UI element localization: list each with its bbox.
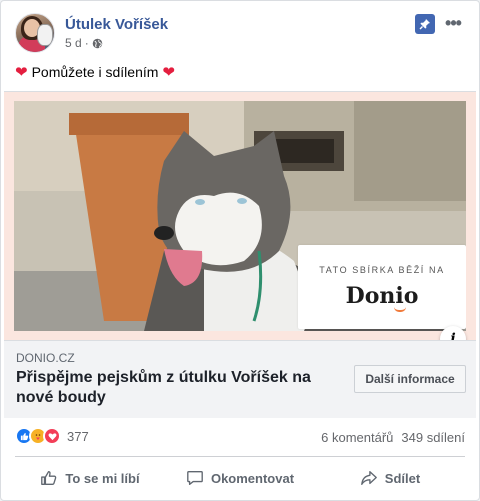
page-name-link[interactable]: Útulek Voříšek	[65, 16, 168, 33]
comments-count[interactable]: 6 komentářů	[321, 430, 393, 445]
reaction-count: 377	[67, 428, 89, 444]
globe-icon	[92, 38, 102, 48]
reaction-summary[interactable]: 377	[15, 427, 89, 445]
shares-count[interactable]: 349 sdílení	[401, 430, 465, 445]
like-button[interactable]: To se mi líbí	[15, 461, 165, 495]
comment-label: Okomentovat	[210, 470, 295, 486]
post-header: Útulek Voříšek 5 d · •••	[15, 13, 469, 55]
like-label: To se mi líbí	[65, 470, 140, 486]
facebook-post-card: Útulek Voříšek 5 d · ••• ❤ Pomůžete i sd…	[0, 0, 480, 501]
heart-emoji: ❤	[15, 64, 28, 81]
post-actions: To se mi líbí Okomentovat Sdílet	[15, 461, 465, 495]
link-preview-footer[interactable]: DONIO.CZ Přispějme pejskům z útulku Voří…	[4, 340, 476, 418]
share-label: Sdílet	[384, 470, 421, 486]
meta-separator: ·	[84, 36, 89, 50]
post-stats: 377 6 komentářů 349 sdílení	[15, 426, 465, 448]
link-attachment[interactable]: TATO SBÍRKA BĚŽÍ NA Donio i DONIO.CZ Při…	[4, 91, 476, 418]
learn-more-button[interactable]: Další informace	[354, 365, 466, 393]
heart-emoji: ❤	[162, 64, 175, 81]
donio-logo: Donio	[298, 283, 466, 312]
page-avatar[interactable]	[15, 13, 55, 53]
husky-photo[interactable]: TATO SBÍRKA BĚŽÍ NA Donio	[14, 101, 466, 331]
love-reaction-icon	[43, 427, 61, 445]
share-button[interactable]: Sdílet	[315, 461, 465, 495]
actions-divider	[15, 456, 465, 457]
thumbs-up-icon	[41, 471, 57, 485]
post-timestamp[interactable]: 5 d	[65, 36, 82, 50]
link-domain: DONIO.CZ	[16, 351, 75, 365]
post-text-body: Pomůžete i sdílením	[31, 64, 159, 80]
share-arrow-icon	[360, 471, 377, 485]
post-meta: 5 d ·	[65, 36, 103, 50]
more-options-icon[interactable]: •••	[441, 13, 465, 33]
pin-icon[interactable]	[415, 14, 435, 34]
comment-button[interactable]: Okomentovat	[165, 461, 315, 495]
donio-overlay: TATO SBÍRKA BĚŽÍ NA Donio	[298, 245, 466, 329]
post-text: ❤ Pomůžete i sdílením ❤	[15, 63, 175, 81]
engagement-counts: 6 komentářů 349 sdílení	[321, 430, 465, 445]
overlay-tagline: TATO SBÍRKA BĚŽÍ NA	[319, 265, 445, 275]
comment-bubble-icon	[187, 471, 203, 485]
link-title[interactable]: Přispějme pejskům z útulku Voříšek na no…	[16, 368, 326, 408]
